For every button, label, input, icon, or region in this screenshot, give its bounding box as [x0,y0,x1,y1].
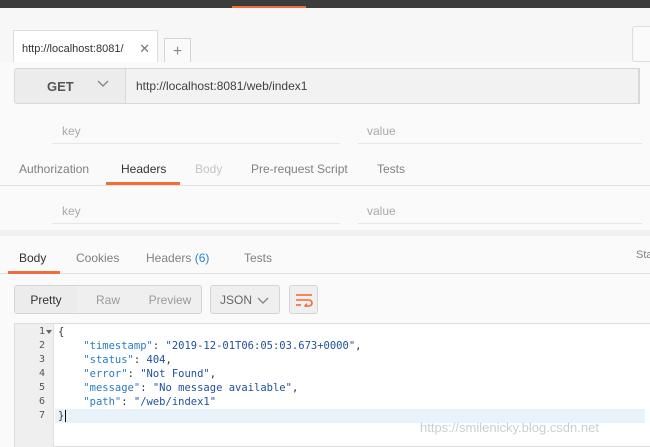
header-key-divider [52,223,340,224]
tab-body[interactable]: Body [195,162,222,176]
watermark: https://smilenicky.blog.csdn.net [420,420,599,435]
close-icon[interactable]: ✕ [139,41,150,57]
view-preview-button[interactable]: Preview [139,286,201,313]
request-tab-label: http://localhost:8081/ [22,42,124,55]
response-view-toolbar: Pretty Raw Preview JSON [0,284,650,318]
chevron-down-icon [97,80,109,87]
json-key: "timestamp" [83,340,153,352]
request-tabs: Authorization Headers Body Pre-request S… [0,154,650,186]
line-number: 6 [38,396,45,407]
response-tab-tests[interactable]: Tests [244,251,272,265]
tab-headers[interactable]: Headers [121,162,166,176]
param-value-input[interactable]: value [367,112,396,150]
wrap-lines-icon [295,293,313,307]
param-value-divider [358,143,642,144]
view-pretty-button[interactable]: Pretty [15,286,77,313]
code-line: { [58,326,65,338]
view-mode-toggle: Pretty Raw Preview [14,285,202,314]
response-status-label: Sta [636,249,650,261]
tab-pre-request-script[interactable]: Pre-request Script [251,162,348,176]
params-row: key value [0,112,650,150]
header-key-input[interactable]: key [62,192,81,230]
param-key-input[interactable]: key [62,112,81,150]
code-line: "message": "No message available", [83,382,299,394]
window-topbar [0,0,650,9]
tab-overflow-button[interactable] [632,26,650,62]
chevron-down-icon [257,297,269,304]
method-select[interactable]: GET [14,68,126,104]
code-line: "path": "/web/index1" [83,396,217,408]
json-value: "2019-12-01T06:05:03.673+0000" [165,340,356,352]
header-value-divider [358,223,642,224]
fold-toggle-icon[interactable] [46,330,52,334]
url-input[interactable]: http://localhost:8081/web/index1 [126,68,640,104]
url-bar: GET http://localhost:8081/web/index1 [0,62,650,108]
line-number: 4 [38,368,45,379]
request-tab-strip: http://localhost:8081/ ✕ + [0,8,650,66]
format-select[interactable]: JSON [210,285,280,314]
tab-tests[interactable]: Tests [377,162,405,176]
json-key: "status" [83,354,134,366]
json-key: "path" [83,396,122,408]
url-text: http://localhost:8081/web/index1 [136,79,308,93]
line-number-gutter: 1 2 3 4 5 6 7 [15,324,54,447]
wrap-lines-button[interactable] [289,285,318,314]
add-tab-button[interactable]: + [164,38,191,65]
response-tab-underline [8,271,60,274]
tab-active-underline [106,182,180,185]
method-label: GET [47,78,74,94]
json-value: "Not Found" [140,368,210,380]
code-line: "timestamp": "2019-12-01T06:05:03.673+00… [83,340,362,352]
response-tab-headers-label: Headers [146,251,192,265]
response-tab-body[interactable]: Body [19,251,46,265]
param-key-divider [52,143,340,144]
tab-authorization[interactable]: Authorization [19,162,89,176]
code-line: "status": 404, [83,354,172,366]
response-tab-cookies[interactable]: Cookies [76,251,119,265]
json-key: "error" [83,368,128,380]
text-caret [65,410,67,422]
headers-count-badge: (6) [194,251,210,265]
line-number: 3 [38,354,45,365]
json-value: 404 [146,354,166,366]
json-value: "No message available" [152,382,292,394]
json-value: "/web/index1" [133,396,217,408]
view-raw-button[interactable]: Raw [77,286,139,313]
line-number: 1 [38,326,45,337]
code-line: "error": "Not Found", [83,368,217,380]
line-number: 2 [38,340,45,351]
response-tab-headers[interactable]: Headers (6) [146,251,209,265]
line-number: 5 [38,382,45,393]
header-value-input[interactable]: value [367,192,396,230]
json-key: "message" [83,382,141,394]
request-tab[interactable]: http://localhost:8081/ ✕ [13,30,158,66]
url-input-edge [638,69,639,103]
format-label: JSON [220,292,253,307]
response-tabs: Body Cookies Headers (6) Tests Sta [0,236,650,274]
line-number: 7 [38,410,45,421]
header-row: key value [0,192,650,230]
